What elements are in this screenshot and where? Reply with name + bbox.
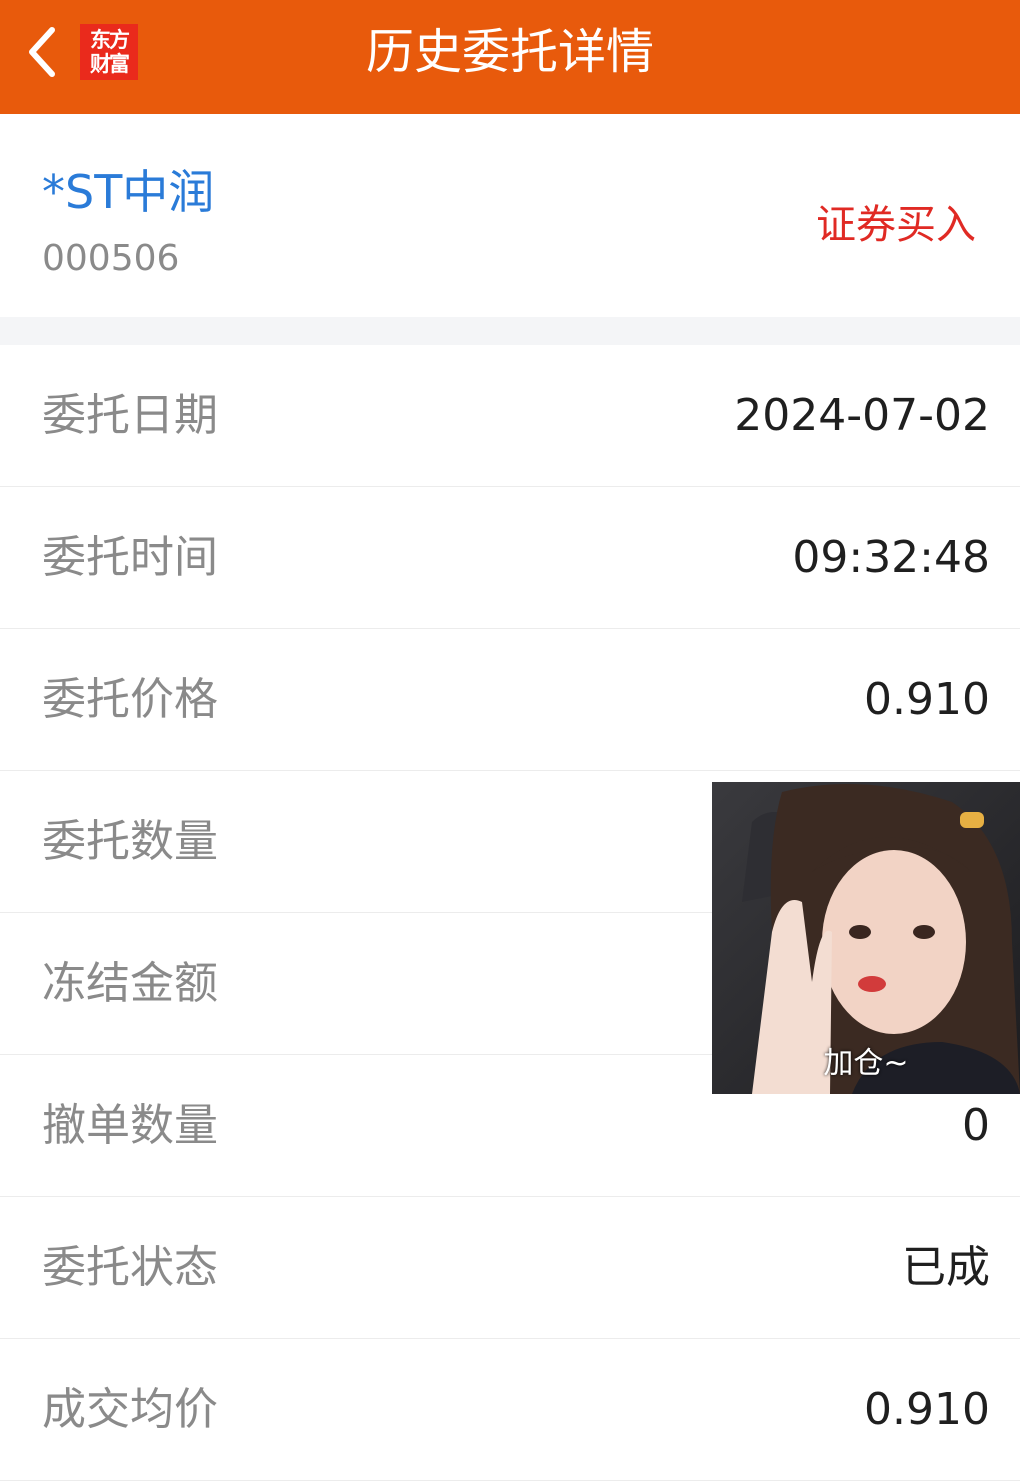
detail-label: 委托状态 bbox=[42, 1242, 218, 1293]
detail-value: 09:32:48 bbox=[792, 532, 990, 583]
detail-row-average-price: 成交均价 0.910 bbox=[0, 1339, 1020, 1481]
detail-row-order-price: 委托价格 0.910 bbox=[0, 629, 1020, 771]
detail-label: 委托价格 bbox=[42, 674, 218, 725]
page-title: 历史委托详情 bbox=[365, 24, 654, 80]
detail-value: 0.910 bbox=[864, 1384, 990, 1435]
detail-row-order-date: 委托日期 2024-07-02 bbox=[0, 345, 1020, 487]
trade-type-label: 证券买入 bbox=[816, 202, 976, 248]
detail-value: 已成 bbox=[902, 1242, 990, 1293]
detail-row-order-time: 委托时间 09:32:48 bbox=[0, 487, 1020, 629]
detail-value: 2024-07-02 bbox=[734, 390, 990, 441]
meme-sticker-image: 加仓~ bbox=[712, 782, 1020, 1094]
detail-label: 委托日期 bbox=[42, 390, 218, 441]
detail-label: 委托数量 bbox=[42, 816, 218, 867]
stock-info: *ST中润 000506 证券买入 bbox=[0, 114, 1020, 317]
section-divider bbox=[0, 317, 1020, 345]
stock-code: 000506 bbox=[42, 238, 180, 279]
detail-label: 冻结金额 bbox=[42, 958, 218, 1009]
stock-name: *ST中润 bbox=[42, 165, 215, 219]
top-bar: 东方 财富 历史委托详情 bbox=[0, 0, 1020, 114]
sticker-caption: 加仓~ bbox=[823, 1046, 909, 1081]
detail-row-order-status: 委托状态 已成 bbox=[0, 1197, 1020, 1339]
detail-label: 成交均价 bbox=[42, 1384, 218, 1435]
detail-value: 0.910 bbox=[864, 674, 990, 725]
detail-label: 委托时间 bbox=[42, 532, 218, 583]
detail-label: 撤单数量 bbox=[42, 1100, 218, 1151]
